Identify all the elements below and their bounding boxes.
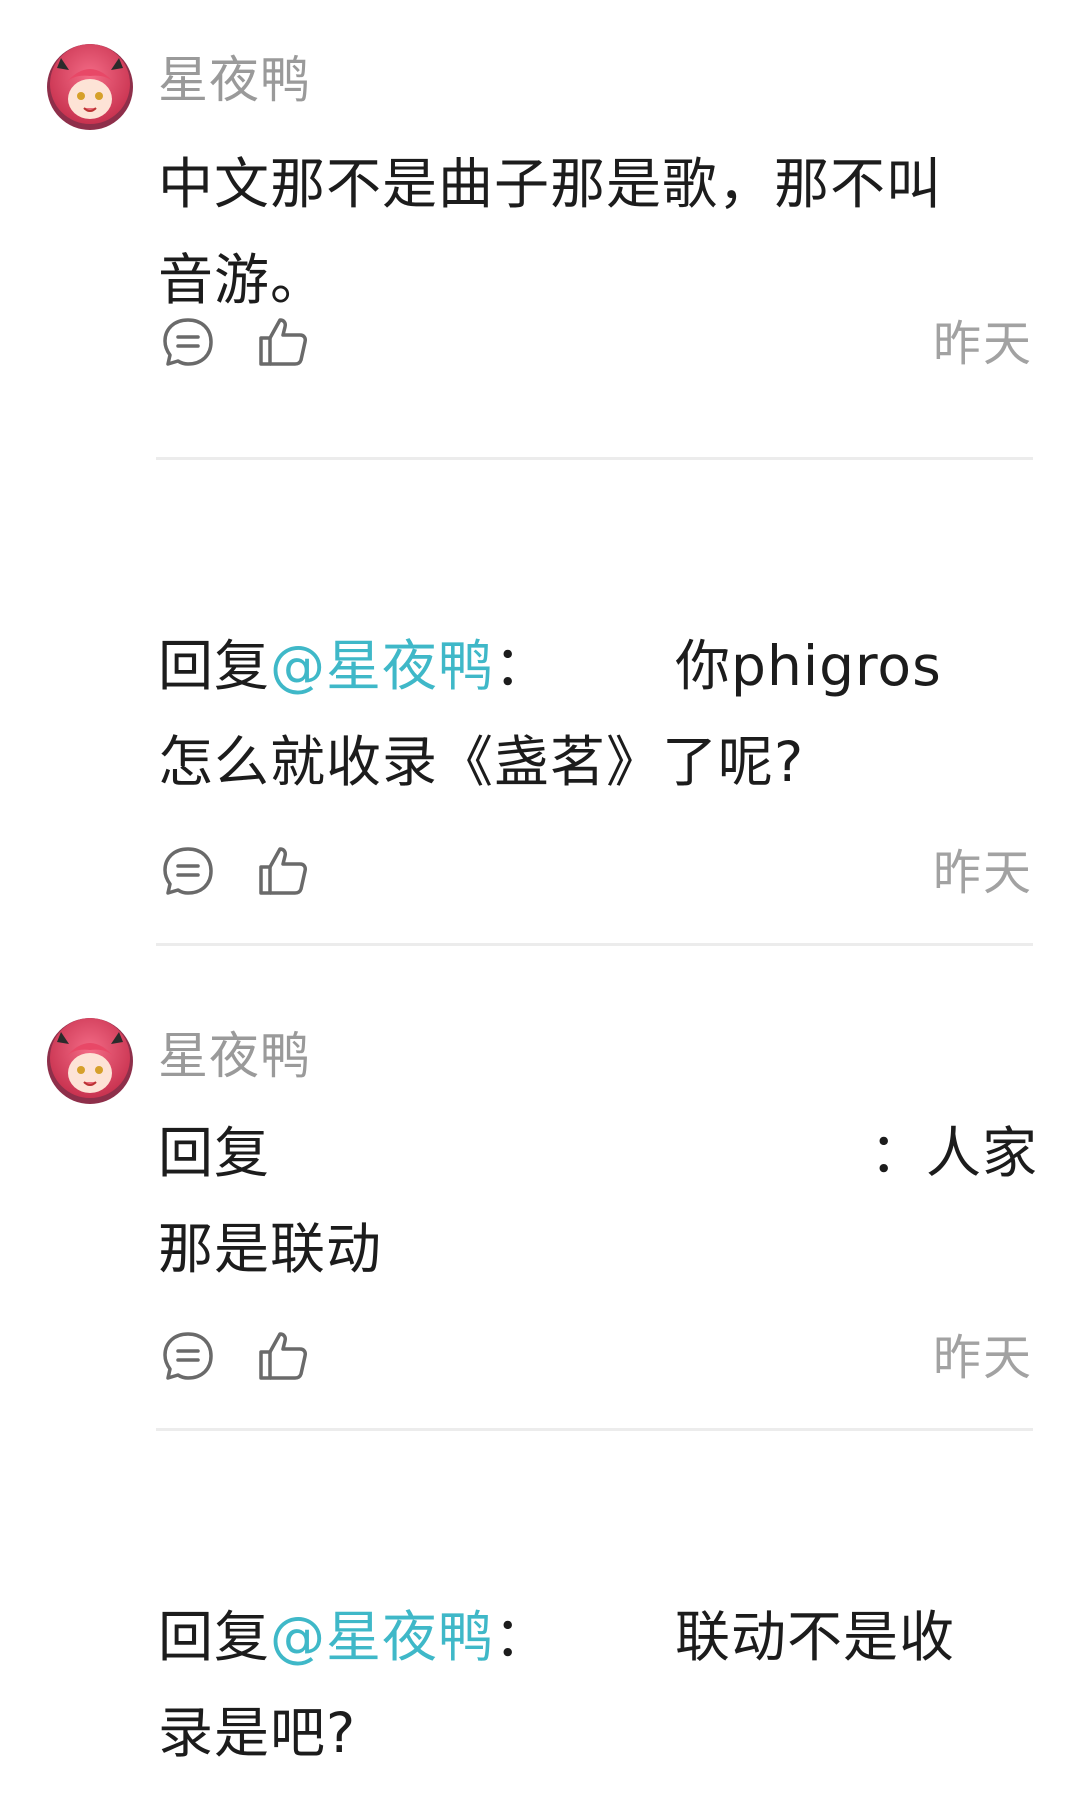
comment-text-line: 回复 ：人家: [158, 1105, 1038, 1201]
reply-text: ：人家: [870, 1121, 1039, 1185]
comment-text: 回复 ：人家 那是联动: [158, 1105, 1038, 1297]
divider: [156, 1428, 1033, 1431]
comment-text-line: 回复@星夜鸭： 联动不是收: [158, 1589, 1038, 1685]
comment-text: 中文那不是曲子那是歌，那不叫 音游。: [158, 136, 1038, 328]
comment-text-line: 录是吧?: [158, 1701, 357, 1765]
comment-text: 回复@星夜鸭： 联动不是收 录是吧?: [158, 1589, 1038, 1781]
comment-time: 昨天: [932, 845, 1033, 901]
thumbs-up-icon[interactable]: [253, 841, 313, 901]
divider: [156, 943, 1033, 946]
reply-prefix: 回复: [158, 1121, 271, 1185]
comment-time: 昨天: [932, 1330, 1033, 1386]
comment-actions: 昨天: [158, 312, 1033, 376]
user-avatar[interactable]: [47, 1018, 133, 1104]
comment-actions: 昨天: [158, 841, 1033, 905]
username[interactable]: 星夜鸭: [158, 50, 311, 110]
username[interactable]: 星夜鸭: [158, 1026, 311, 1086]
comment-bubble-icon[interactable]: [158, 312, 218, 372]
comment-text-line: 那是联动: [158, 1217, 383, 1281]
reply-prefix: 回复: [158, 1605, 271, 1669]
reply-colon: ：: [494, 634, 551, 698]
comment-actions: 昨天: [158, 1326, 1033, 1390]
divider: [156, 457, 1033, 460]
comment-text: 回复@星夜鸭： 你phigros 怎么就收录《盏茗》了呢?: [158, 618, 1038, 810]
comment-time: 昨天: [932, 316, 1033, 372]
comment-text-line: 回复@星夜鸭： 你phigros: [158, 618, 1038, 714]
mention-link[interactable]: @星夜鸭: [270, 634, 494, 698]
comment-bubble-icon[interactable]: [158, 1326, 218, 1386]
comment-bubble-icon[interactable]: [158, 841, 218, 901]
reply-text: 你phigros: [675, 634, 942, 698]
reply-text: 联动不是收: [675, 1605, 956, 1669]
comment-text-line: 怎么就收录《盏茗》了呢?: [158, 730, 805, 794]
reply-prefix: 回复: [158, 634, 271, 698]
reply-colon: ：: [494, 1605, 551, 1669]
user-avatar[interactable]: [47, 44, 133, 130]
comment-text-line: 中文那不是曲子那是歌，那不叫: [158, 152, 943, 216]
mention-link[interactable]: @星夜鸭: [270, 1605, 494, 1669]
thumbs-up-icon[interactable]: [253, 312, 313, 372]
thumbs-up-icon[interactable]: [253, 1326, 313, 1386]
